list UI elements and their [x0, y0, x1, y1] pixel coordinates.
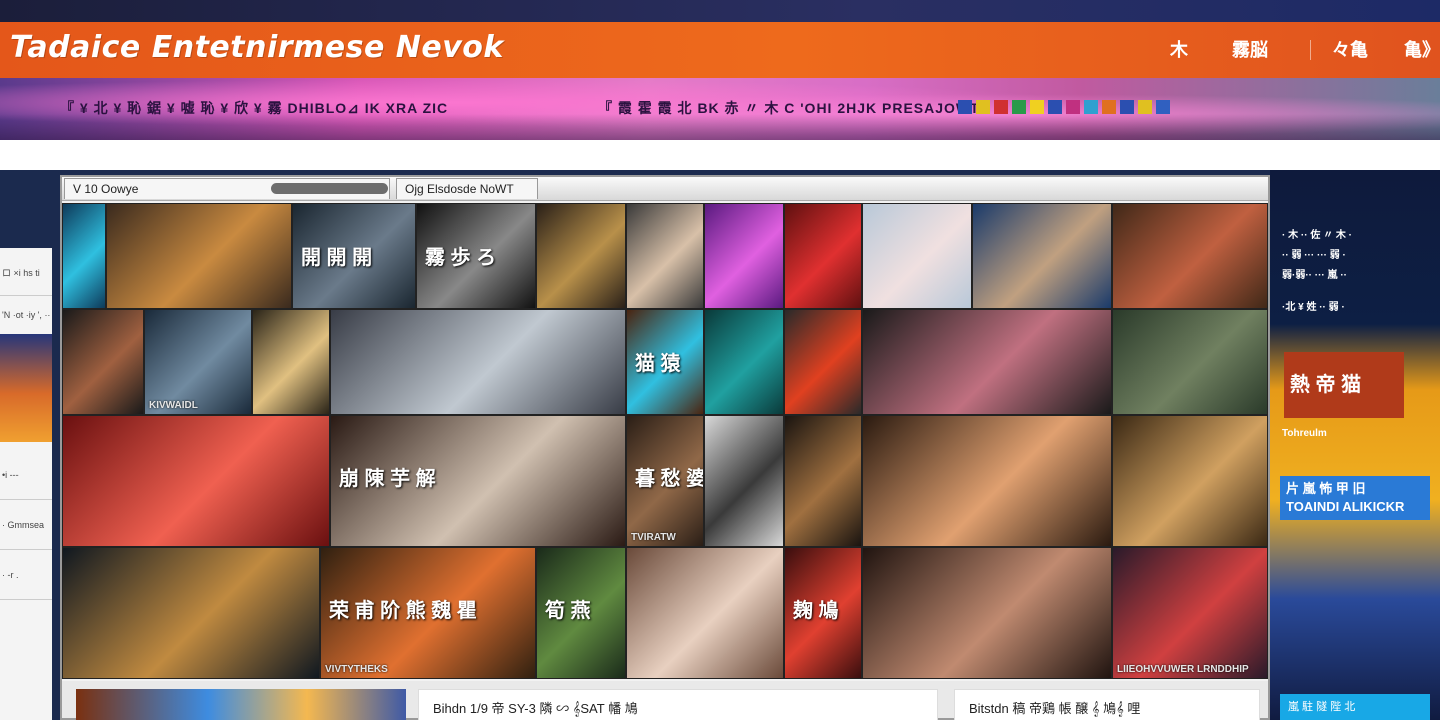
- flag-icon: [958, 100, 972, 114]
- media-thumbnail[interactable]: 暮 愁 婆 輪 陳 TVIRATW: [626, 415, 704, 547]
- site-header: Tadaice Entetnirmese Nevok 木 霧脳 々亀 亀》: [0, 22, 1440, 78]
- thumbnail-title: 霧 歩 ろ: [425, 247, 497, 269]
- bottom-card-3[interactable]: Bitstdn 稿 帝鶏 帳 醸 𝄞 鳩𝄞 哩: [954, 689, 1260, 720]
- ad-subline: Tohreulm: [1282, 428, 1327, 439]
- thumbnail-title: 荣 甫 阶 熊 魏 瞿: [329, 600, 477, 622]
- media-thumbnail[interactable]: 崩 陳 芋 解: [330, 415, 626, 547]
- left-sidebar-item[interactable]: · Gmmsea: [0, 502, 52, 550]
- media-thumbnail[interactable]: [862, 415, 1112, 547]
- nav-item-1[interactable]: 木: [1170, 36, 1188, 64]
- bottom-cards-row: Bihdn 1/9 帝 SY-3 隣 ∽ 𝄞SAT 幡 鳩 Bitstdn 稿 …: [62, 681, 1268, 720]
- bottom-card-2[interactable]: Bihdn 1/9 帝 SY-3 隣 ∽ 𝄞SAT 幡 鳩: [418, 689, 938, 720]
- media-thumbnail[interactable]: 筍 燕: [536, 547, 626, 679]
- nav-item-3[interactable]: 々亀: [1332, 36, 1368, 64]
- media-thumbnail[interactable]: [704, 415, 784, 547]
- thumbnail-title: 猫 猿: [635, 353, 681, 375]
- media-thumbnail[interactable]: [626, 203, 704, 309]
- ad-headline: 熱 帝 猫: [1284, 352, 1404, 418]
- banner-city-lights: [0, 114, 1440, 140]
- flag-icon: [1156, 100, 1170, 114]
- media-thumbnail[interactable]: [704, 309, 784, 415]
- flag-icon: [1048, 100, 1062, 114]
- thumbnail-title: 崩 陳 芋 解: [339, 468, 436, 490]
- left-sidebar-item[interactable]: · -r .: [0, 552, 52, 600]
- left-sidebar-item[interactable]: ロ ×i hs ti: [0, 248, 52, 296]
- media-thumbnail[interactable]: 霧 歩 ろ: [416, 203, 536, 309]
- media-thumbnail[interactable]: [626, 547, 784, 679]
- tab-first-label: V 10 Oowye: [73, 182, 139, 196]
- media-thumbnail[interactable]: [252, 309, 330, 415]
- media-thumbnail[interactable]: [704, 203, 784, 309]
- thumbnail-caption: KIVWAIDL: [149, 400, 198, 411]
- media-thumbnail[interactable]: [784, 309, 862, 415]
- header-nav: 木 霧脳 々亀 亀》: [1150, 36, 1440, 66]
- media-thumbnail[interactable]: LIIEOHVVUWER LRNDDHIP: [1112, 547, 1268, 679]
- tab-bar: V 10 Oowye Ojg Elsdosde NoWT: [62, 177, 1268, 201]
- thumbnail-caption: LIIEOHVVUWER LRNDDHIP: [1117, 664, 1249, 675]
- right-advertisement[interactable]: · 木 ·· 佐 〃 木 · ·· 弱 ··· ··· 弱 · 弱·弱·· ··…: [1270, 170, 1440, 720]
- flag-icon: [994, 100, 1008, 114]
- tab-second[interactable]: Ojg Elsdosde NoWT: [396, 178, 538, 199]
- media-thumbnail[interactable]: [784, 415, 862, 547]
- ad-text-line: ·北 ¥ 姓 ·· 弱 ·: [1282, 302, 1345, 313]
- top-strip: [0, 0, 1440, 22]
- media-thumbnail[interactable]: [330, 309, 626, 415]
- thumbnail-title: 筍 燕: [545, 600, 591, 622]
- ad-text-line: 弱·弱·· ··· 嵐 ··: [1282, 270, 1347, 281]
- thumbnail-grid: 開 開 開 霧 歩 ろ KIVWAIDL 猫 猿崩 陳 芋 解 暮 愁 婆 輪 陳 TVI…: [62, 203, 1268, 679]
- flag-icon: [1102, 100, 1116, 114]
- bottom-card-thumbnail[interactable]: [76, 689, 406, 720]
- thumbnail-title: 暮 愁 婆 輪 陳: [635, 468, 703, 490]
- media-thumbnail[interactable]: [1112, 309, 1268, 415]
- media-thumbnail[interactable]: 開 開 開: [292, 203, 416, 309]
- media-thumbnail[interactable]: [536, 203, 626, 309]
- media-thumbnail[interactable]: [106, 203, 292, 309]
- media-thumbnail[interactable]: [62, 415, 330, 547]
- left-sidebar-item[interactable]: •i ---: [0, 452, 52, 500]
- media-thumbnail[interactable]: [62, 203, 106, 309]
- left-sidebar-item[interactable]: 'N ·ot ·iy ', ··: [0, 292, 52, 340]
- thumbnail-title: 麹 鳩: [793, 600, 839, 622]
- media-thumbnail[interactable]: [784, 203, 862, 309]
- promo-banner[interactable]: 『 ¥ 北 ¥ 恥 鋸 ¥ 嘘 恥 ¥ 欣 ¥ 霧 DHIBLO⊿ IK XRA…: [0, 78, 1440, 140]
- spacer: [0, 140, 1440, 170]
- ad-bottom-button[interactable]: 嵐 駐 隧 陛 北: [1280, 694, 1430, 720]
- media-thumbnail[interactable]: [862, 309, 1112, 415]
- media-thumbnail[interactable]: 麹 鳩: [784, 547, 862, 679]
- flag-icon: [1120, 100, 1134, 114]
- thumbnail-caption: VIVTYTHEKS: [325, 664, 388, 675]
- media-thumbnail[interactable]: [62, 547, 320, 679]
- ad-text-line: ·· 弱 ··· ··· 弱 ·: [1282, 250, 1346, 261]
- site-title[interactable]: Tadaice Entetnirmese Nevok: [10, 30, 504, 65]
- media-thumbnail[interactable]: [972, 203, 1112, 309]
- ad-text-line: · 木 ·· 佐 〃 木 ·: [1282, 230, 1352, 241]
- flag-icon: [1084, 100, 1098, 114]
- media-thumbnail[interactable]: 猫 猿: [626, 309, 704, 415]
- thumbnail-title: 開 開 開: [301, 247, 373, 269]
- ad-cta-button[interactable]: 片 嵐 怖 甲 旧 TOAINDI ALIKICKR: [1280, 476, 1430, 520]
- nav-item-2[interactable]: 霧脳: [1232, 36, 1268, 64]
- media-thumbnail[interactable]: [62, 309, 144, 415]
- nav-item-4[interactable]: 亀》: [1404, 36, 1440, 64]
- flag-icon: [1138, 100, 1152, 114]
- media-thumbnail[interactable]: KIVWAIDL: [144, 309, 252, 415]
- thumbnail-caption: TVIRATW: [631, 532, 676, 543]
- flag-icon: [1066, 100, 1080, 114]
- flag-icon: [1012, 100, 1026, 114]
- media-thumbnail[interactable]: [1112, 415, 1268, 547]
- media-thumbnail[interactable]: [862, 203, 972, 309]
- tab-first[interactable]: V 10 Oowye: [64, 178, 390, 199]
- media-thumbnail[interactable]: 荣 甫 阶 熊 魏 瞿 VIVTYTHEKS: [320, 547, 536, 679]
- left-sidebar-thumbnail[interactable]: [0, 334, 52, 442]
- tab-second-label: Ojg Elsdosde NoWT: [405, 182, 514, 196]
- media-gallery-window: V 10 Oowye Ojg Elsdosde NoWT 開 開 開 霧 歩 ろ K…: [60, 175, 1270, 720]
- tab-progress-bar: [271, 183, 388, 194]
- media-thumbnail[interactable]: [1112, 203, 1268, 309]
- flag-icon: [1030, 100, 1044, 114]
- nav-divider: [1310, 40, 1311, 60]
- flag-icon: [976, 100, 990, 114]
- left-sidebar: ロ ×i hs ti 'N ·ot ·iy ', ·· •i --- · Gmm…: [0, 248, 52, 720]
- media-thumbnail[interactable]: [862, 547, 1112, 679]
